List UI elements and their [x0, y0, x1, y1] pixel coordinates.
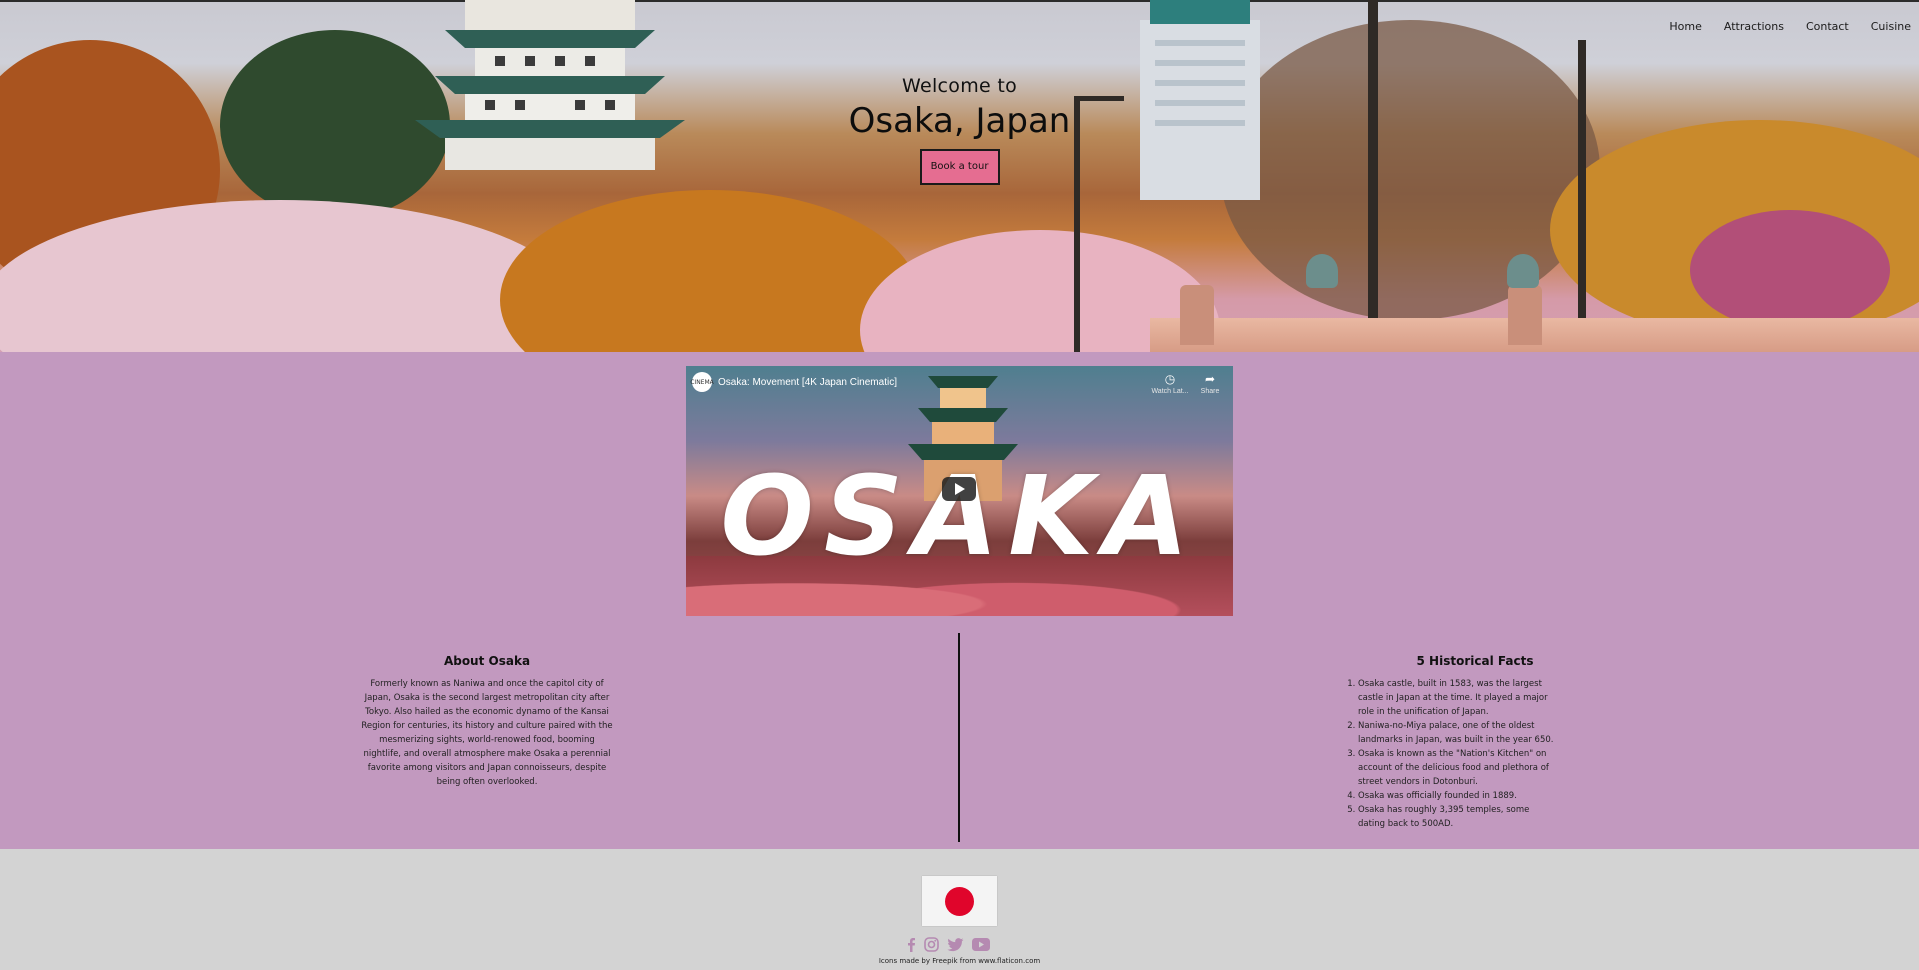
- share-button[interactable]: ➦ Share: [1190, 372, 1230, 395]
- bridge-post: [1508, 285, 1542, 345]
- share-label: Share: [1200, 388, 1220, 395]
- about-title: About Osaka: [443, 654, 531, 668]
- footer: Icons made by Freepik from www.flaticon.…: [0, 849, 1919, 970]
- channel-avatar[interactable]: CINEMA: [690, 372, 714, 392]
- channel-avatar-text: CINEMA: [690, 378, 714, 386]
- hero-banner: Home Attractions Contact Cuisine Welcome…: [0, 0, 1919, 352]
- hero-heading: Welcome to Osaka, Japan Book a tour: [0, 75, 1919, 185]
- scenery-tree: [500, 190, 920, 352]
- flag-sun-circle: [945, 887, 974, 916]
- about-section: About Osaka Formerly known as Naniwa and…: [360, 654, 614, 789]
- bridge-ornament: [1507, 254, 1539, 288]
- bridge-post: [1180, 285, 1214, 345]
- section-divider: [958, 633, 960, 842]
- list-item: Naniwa-no-Miya palace, one of the oldest…: [1358, 719, 1558, 747]
- list-item: Osaka castle, built in 1583, was the lar…: [1358, 677, 1558, 719]
- video-title[interactable]: Osaka: Movement [4K Japan Cinematic]: [718, 377, 897, 388]
- credit-middle: from: [957, 957, 979, 965]
- instagram-icon[interactable]: [924, 937, 939, 952]
- japan-flag: [922, 876, 997, 926]
- bridge-ornament: [1306, 254, 1338, 288]
- nav-contact[interactable]: Contact: [1806, 20, 1849, 33]
- facts-section: 5 Historical Facts Osaka castle, built i…: [1320, 654, 1620, 831]
- video-header: CINEMA Osaka: Movement [4K Japan Cinemat…: [690, 372, 897, 392]
- facts-list: Osaka castle, built in 1583, was the lar…: [1320, 677, 1620, 831]
- book-tour-button[interactable]: Book a tour: [919, 149, 1000, 185]
- icon-credit: Icons made by Freepik from www.flaticon.…: [0, 957, 1919, 965]
- welcome-text: Welcome to: [901, 75, 1018, 97]
- main-content: OSAKA CINEMA Osaka: Movement [4K Japan C…: [0, 352, 1919, 849]
- facts-title: 5 Historical Facts: [1416, 654, 1534, 668]
- scenery-tree: [1690, 210, 1890, 330]
- nav-cuisine[interactable]: Cuisine: [1871, 20, 1911, 33]
- youtube-icon[interactable]: [972, 938, 990, 951]
- play-button[interactable]: [942, 477, 976, 501]
- about-text: Formerly known as Naniwa and once the ca…: [361, 679, 613, 787]
- twitter-icon[interactable]: [947, 937, 964, 952]
- social-links: [906, 937, 998, 952]
- video-player[interactable]: OSAKA CINEMA Osaka: Movement [4K Japan C…: [686, 366, 1233, 616]
- top-border: [0, 0, 1919, 2]
- watch-later-label: Watch Lat...: [1151, 388, 1189, 395]
- list-item: Osaka was officially founded in 1889.: [1358, 789, 1558, 803]
- clock-icon: ◷: [1164, 372, 1176, 386]
- list-item: Osaka has roughly 3,395 temples, some da…: [1358, 803, 1558, 831]
- credit-site-link[interactable]: www.flaticon.com: [978, 957, 1040, 965]
- page-title: Osaka, Japan: [848, 101, 1071, 141]
- credit-prefix: Icons made by: [878, 957, 933, 965]
- nav-home[interactable]: Home: [1669, 20, 1701, 33]
- credit-author-link[interactable]: Freepik: [932, 957, 957, 965]
- list-item: Osaka is known as the "Nation's Kitchen"…: [1358, 747, 1558, 789]
- share-icon: ➦: [1204, 372, 1216, 386]
- watch-later-button[interactable]: ◷ Watch Lat...: [1150, 372, 1190, 395]
- nav-attractions[interactable]: Attractions: [1724, 20, 1784, 33]
- top-nav: Home Attractions Contact Cuisine: [1669, 20, 1919, 33]
- facebook-icon[interactable]: [906, 937, 916, 952]
